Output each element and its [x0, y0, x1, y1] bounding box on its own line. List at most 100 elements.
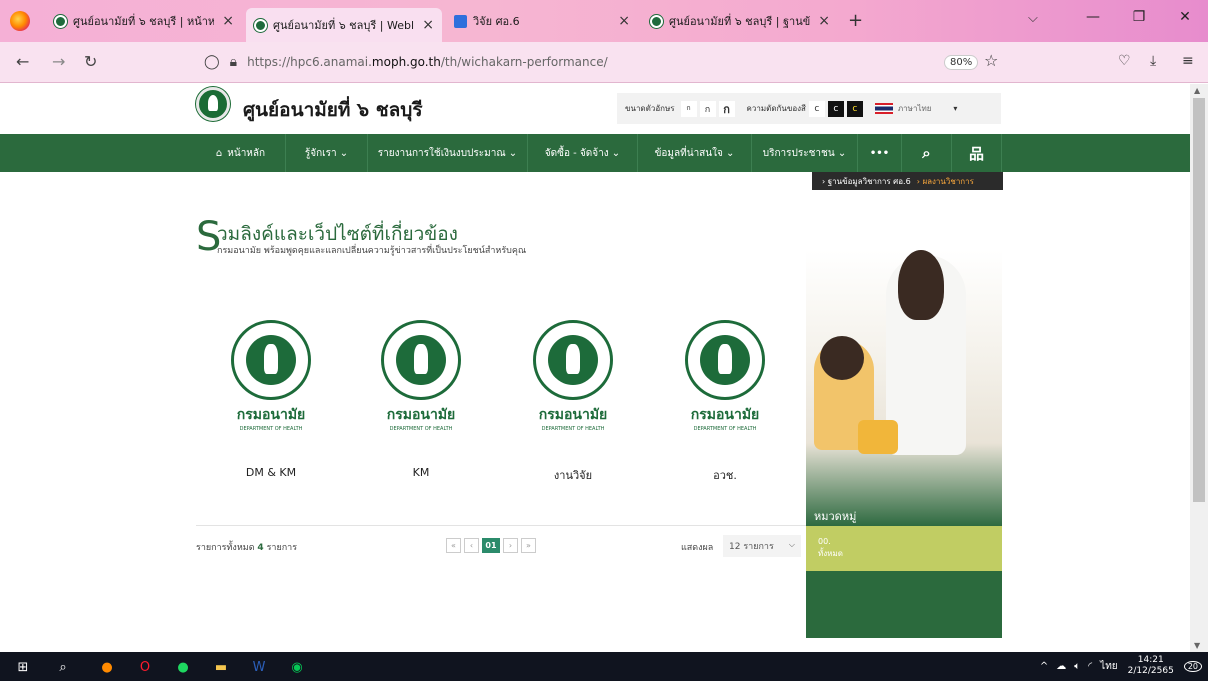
accessibility-toolbar: ขนาดตัวอักษร ก ก ก ความตัดกันของสี c c c… [617, 93, 1001, 124]
tab-weblink[interactable]: ศูนย์อนามัยที่ ๖ ชลบุรี | Weblink × [246, 8, 442, 42]
language-indicator[interactable]: ไทย [1100, 659, 1117, 674]
new-tab-button[interactable]: + [848, 10, 863, 31]
close-tab-icon[interactable]: × [618, 13, 630, 29]
speaker-icon[interactable]: 🔈︎ [1074, 661, 1080, 672]
show-label: แสดงผล [681, 543, 714, 553]
logo-text: กรมอนามัย [690, 407, 760, 423]
language-select[interactable]: ภาษาไทย ▾ [874, 102, 957, 115]
category-title: หมวดหมู่ [814, 510, 857, 523]
menu-item-info[interactable]: ข้อมูลที่น่าสนใจ ⌄ [638, 134, 752, 172]
menu-icon[interactable]: ≡ [1182, 53, 1194, 69]
forward-icon[interactable]: → [52, 52, 65, 71]
chevron-up-icon[interactable]: ^ [1040, 661, 1048, 672]
scroll-up-icon[interactable]: ▲ [1194, 86, 1200, 95]
reload-icon[interactable]: ↻ [84, 52, 97, 71]
notification-badge[interactable]: 20 [1183, 660, 1202, 672]
site-favicon-icon [54, 14, 67, 28]
current-page-button[interactable]: 01 [482, 538, 500, 553]
logo-subtext: DEPARTMENT OF HEALTH [693, 426, 757, 432]
sitemap-icon[interactable]: 品 [952, 134, 1002, 172]
pocket-icon[interactable]: ♡ [1118, 53, 1131, 69]
department-seal-icon [381, 320, 461, 400]
onedrive-icon[interactable]: ☁ [1056, 661, 1066, 672]
firefox-icon[interactable] [10, 11, 30, 31]
category-panel: หมวดหมู่ 00. ทั้งหมด [806, 250, 1002, 638]
firefox-taskbar-icon[interactable]: ● [96, 656, 118, 678]
more-menu-button[interactable]: ••• [858, 134, 902, 172]
back-icon[interactable]: ← [16, 52, 29, 71]
font-small-button[interactable]: ก [680, 100, 697, 117]
link-card[interactable]: กรมอนามัย DEPARTMENT OF HEALTH งานวิจัย [508, 320, 638, 482]
breadcrumb-current: › ผลงานวิชาการ [916, 176, 974, 186]
close-tab-icon[interactable]: × [222, 13, 234, 29]
bookmark-star-icon[interactable]: ☆ [984, 51, 998, 70]
wifi-icon[interactable]: ◜ [1088, 661, 1092, 672]
per-page-select[interactable]: 12 รายการ ⌵ [723, 535, 801, 557]
tab-title: ศูนย์อนามัยที่ ๖ ชลบุรี | ฐานข้อมูลว [669, 15, 811, 28]
font-size-label: ขนาดตัวอักษร [625, 104, 675, 113]
restore-button[interactable]: ❐ [1116, 0, 1162, 34]
section-subtitle: กรมอนามัย พร้อมพูดคุยและแลกเปลี่ยนความรู… [217, 246, 527, 256]
lock-icon[interactable]: 🔒︎ [230, 54, 237, 70]
shield-icon[interactable]: ◯ [204, 54, 220, 70]
scroll-down-icon[interactable]: ▼ [1194, 641, 1200, 650]
contrast-dark-button[interactable]: c [827, 100, 844, 117]
word-icon[interactable]: W [248, 656, 270, 678]
tab-home[interactable]: ศูนย์อนามัยที่ ๖ ชลบุรี | หน้าหลัก × [46, 6, 242, 36]
logo-text: กรมอนามัย [386, 407, 456, 423]
close-tab-icon[interactable]: × [818, 13, 830, 29]
site-title[interactable]: ศูนย์อนามัยที่ ๖ ชลบุรี [243, 95, 423, 125]
clock[interactable]: 14:21 2/12/2565 [1128, 655, 1174, 677]
windows-start-icon[interactable]: ⊞ [12, 656, 34, 678]
card-caption[interactable]: DM & KM [206, 466, 336, 479]
logo-subtext: DEPARTMENT OF HEALTH [541, 426, 605, 432]
tab-title: ศูนย์อนามัยที่ ๖ ชลบุรี | หน้าหลัก [73, 15, 215, 28]
next-page-button[interactable]: › [503, 538, 518, 553]
search-icon[interactable]: ⌕ [52, 656, 74, 678]
divider [196, 525, 806, 526]
font-large-button[interactable]: ก [718, 100, 735, 117]
menu-item-procurement[interactable]: จัดซื้อ - จัดจ้าง ⌄ [528, 134, 638, 172]
card-caption[interactable]: อวช. [660, 466, 790, 484]
opera-icon[interactable]: O [134, 656, 156, 678]
contrast-label: ความตัดกันของสี [746, 104, 806, 113]
zoom-level[interactable]: 80% [944, 55, 979, 70]
download-icon[interactable]: ⤓ [1150, 53, 1156, 69]
close-tab-icon[interactable]: × [422, 17, 434, 33]
tab-database[interactable]: ศูนย์อนามัยที่ ๖ ชลบุรี | ฐานข้อมูลว × [642, 6, 838, 36]
list-tabs-chevron-icon[interactable]: ⌵ [1028, 11, 1038, 26]
menu-item-services[interactable]: บริการประชาชน ⌄ [752, 134, 858, 172]
contrast-yellow-button[interactable]: c [846, 100, 863, 117]
card-caption[interactable]: KM [356, 466, 486, 479]
department-seal-icon [533, 320, 613, 400]
font-medium-button[interactable]: ก [699, 100, 716, 117]
card-caption[interactable]: งานวิจัย [508, 466, 638, 484]
menu-item-home[interactable]: ⌂ หน้าหลัก [196, 134, 286, 172]
menu-item-budget[interactable]: รายงานการใช้เงินงบประมาณ ⌄ [368, 134, 528, 172]
link-card[interactable]: กรมอนามัย DEPARTMENT OF HEALTH อวช. [660, 320, 790, 482]
total-items-text: รายการทั้งหมด 4 รายการ [196, 543, 298, 553]
menu-item-about[interactable]: รู้จักเรา ⌄ [286, 134, 368, 172]
file-explorer-icon[interactable]: ▬ [210, 656, 232, 678]
link-card[interactable]: กรมอนามัย DEPARTMENT OF HEALTH KM [356, 320, 486, 479]
search-icon[interactable]: ⌕ [902, 134, 952, 172]
department-logo-icon[interactable] [196, 87, 230, 121]
last-page-button[interactable]: » [521, 538, 536, 553]
line-icon[interactable]: ◉ [286, 656, 308, 678]
chevron-down-icon: ⌵ [788, 540, 795, 549]
breadcrumb-parent[interactable]: › ฐานข้อมูลวิชาการ ศอ.6 [822, 175, 911, 188]
vertical-scrollbar[interactable]: ▲ ▼ [1190, 84, 1208, 652]
contrast-normal-button[interactable]: c [808, 100, 825, 117]
scroll-thumb[interactable] [1193, 98, 1205, 502]
link-card[interactable]: กรมอนามัย DEPARTMENT OF HEALTH DM & KM [206, 320, 336, 479]
tab-research[interactable]: วิจัย ศอ.6 × [446, 6, 638, 36]
logo-subtext: DEPARTMENT OF HEALTH [389, 426, 453, 432]
minimize-button[interactable]: — [1070, 0, 1116, 34]
close-window-button[interactable]: ✕ [1162, 0, 1208, 34]
spotify-icon[interactable]: ● [172, 656, 194, 678]
url-text[interactable]: https://hpc6.anamai.moph.go.th/th/wichak… [247, 55, 608, 69]
first-page-button[interactable]: « [446, 538, 461, 553]
prev-page-button[interactable]: ‹ [464, 538, 479, 553]
url-bar[interactable]: ◯ 🔒︎ https://hpc6.anamai.moph.go.th/th/w… [204, 48, 1004, 76]
category-item-all[interactable]: 00. ทั้งหมด [806, 526, 1002, 571]
